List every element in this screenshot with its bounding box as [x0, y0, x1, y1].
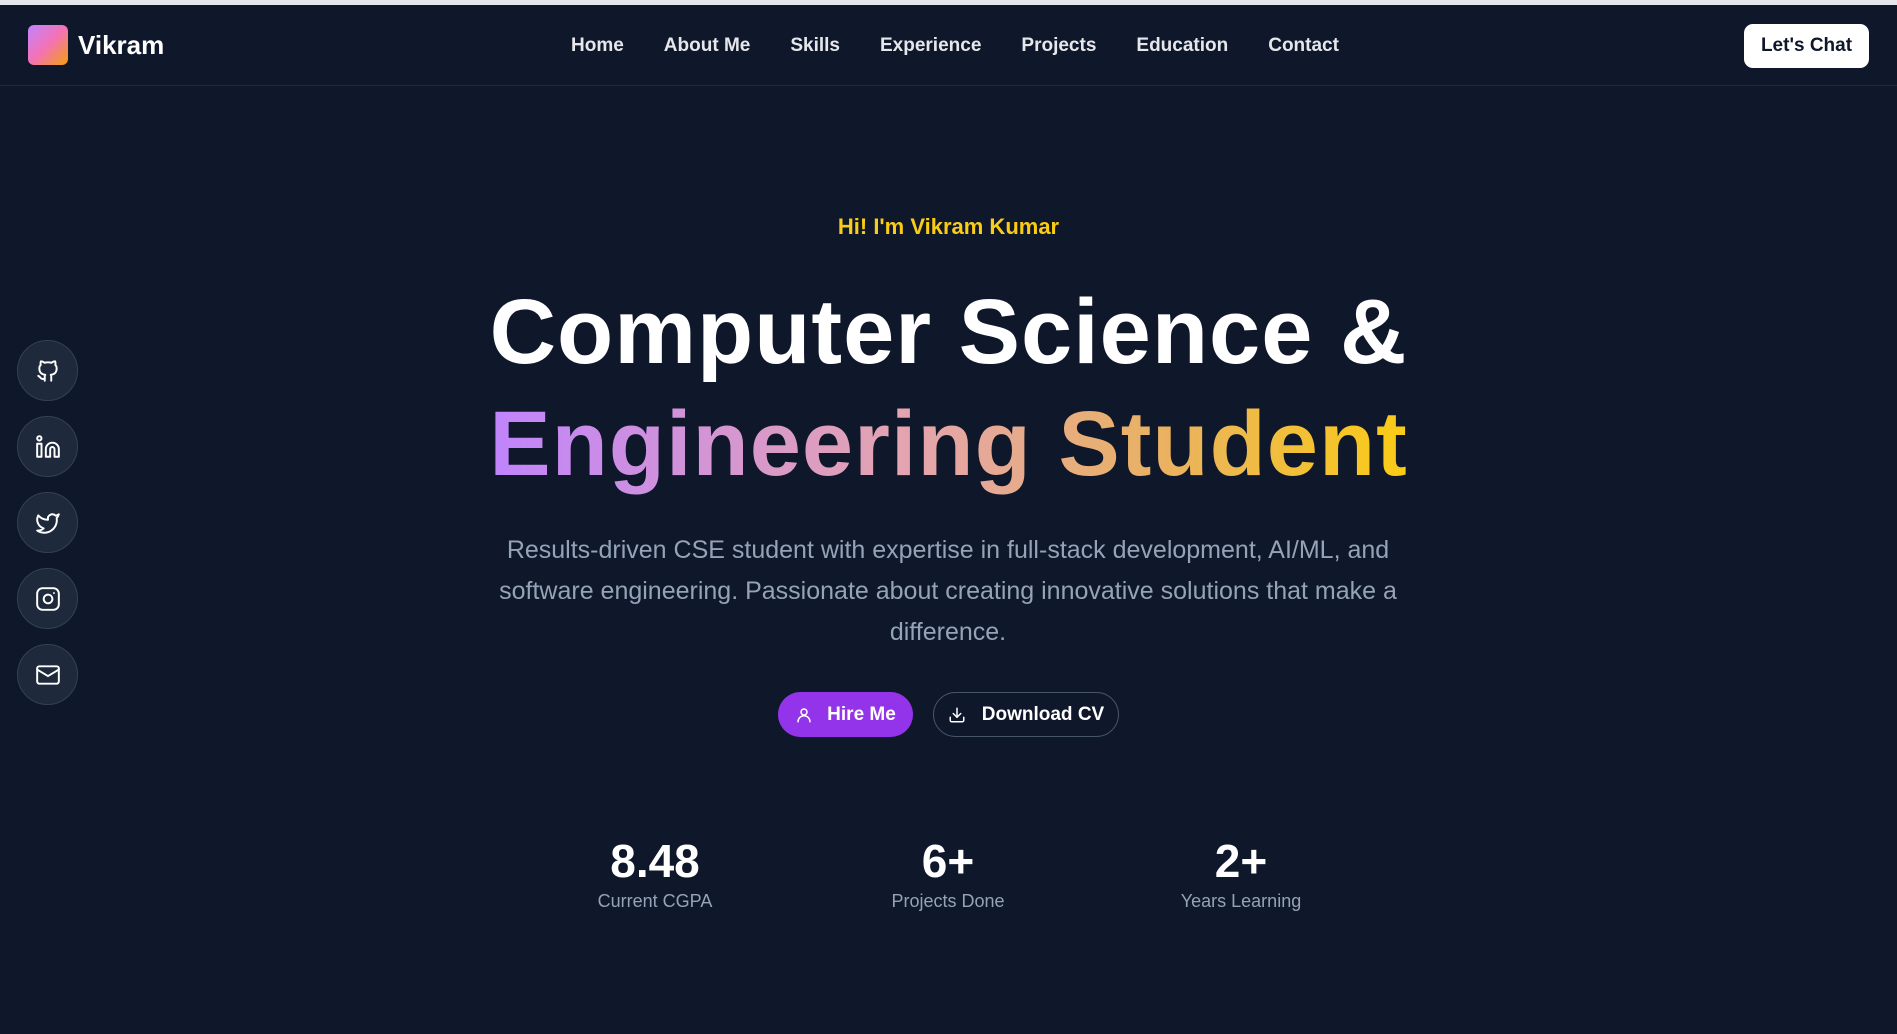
hero-title-gradient: Engineering Student — [489, 393, 1408, 495]
hero-buttons: Hire Me Download CV — [778, 692, 1119, 737]
download-cv-button[interactable]: Download CV — [933, 692, 1119, 737]
nav-links: Home About Me Skills Experience Projects… — [571, 35, 1339, 57]
instagram-link[interactable] — [17, 568, 78, 629]
lets-chat-button[interactable]: Let's Chat — [1744, 24, 1869, 68]
download-cv-label: Download CV — [981, 703, 1105, 725]
brand-logo — [28, 25, 68, 65]
instagram-icon — [35, 586, 60, 611]
nav-link-experience[interactable]: Experience — [880, 35, 981, 57]
stat-value: 8.48 — [610, 835, 700, 887]
nav-link-contact[interactable]: Contact — [1268, 35, 1339, 57]
hero-title-line2: Engineering Student — [0, 392, 1897, 497]
hero-title-line1: Computer Science & — [489, 281, 1408, 383]
email-link[interactable] — [17, 644, 78, 705]
brand-name: Vikram — [78, 29, 165, 60]
nav-link-skills[interactable]: Skills — [790, 35, 840, 57]
stat-label: Current CGPA — [597, 891, 713, 911]
nav-link-about-me[interactable]: About Me — [664, 35, 751, 57]
mail-icon — [35, 664, 60, 685]
stat-label: Projects Done — [891, 891, 1005, 911]
hero-greeting: Hi! I'm Vikram Kumar — [837, 214, 1060, 239]
stat-value: 6+ — [921, 835, 975, 887]
stat-projects: 6+ Projects Done — [828, 833, 1068, 912]
stat-value: 2+ — [1214, 835, 1268, 887]
brand[interactable]: Vikram — [28, 25, 164, 65]
nav-link-home[interactable]: Home — [571, 35, 624, 57]
user-icon — [795, 706, 813, 724]
hero-description: Results-driven CSE student with expertis… — [499, 536, 1397, 646]
nav-link-education[interactable]: Education — [1136, 35, 1228, 57]
hire-me-label: Hire Me — [827, 703, 896, 725]
stat-years: 2+ Years Learning — [1121, 833, 1361, 912]
twitter-link[interactable] — [17, 492, 78, 553]
download-icon — [948, 706, 966, 724]
nav-link-projects[interactable]: Projects — [1021, 35, 1096, 57]
navbar: Vikram Home About Me Skills Experience P… — [0, 5, 1897, 86]
stat-cgpa: 8.48 Current CGPA — [535, 833, 775, 912]
twitter-icon — [35, 512, 60, 534]
stat-label: Years Learning — [1180, 891, 1302, 911]
hire-me-button[interactable]: Hire Me — [778, 692, 913, 737]
